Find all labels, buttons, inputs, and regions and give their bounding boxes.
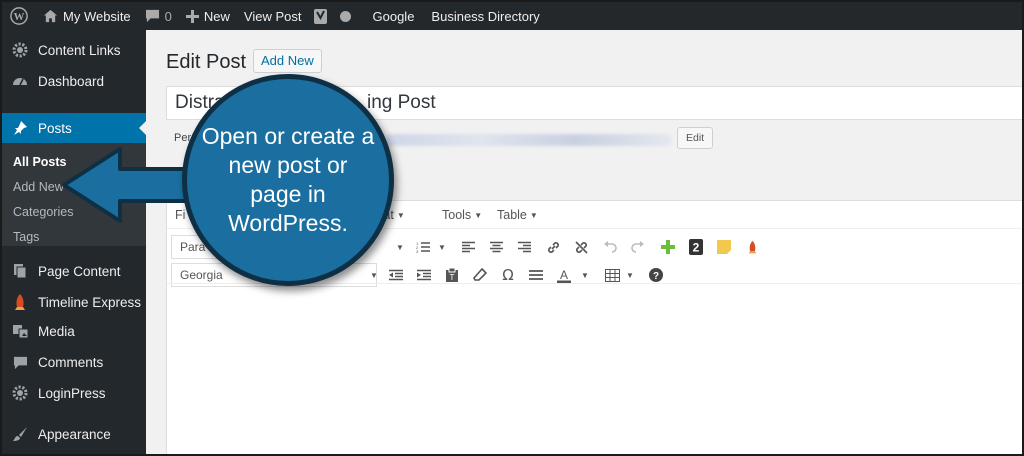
yoast-seo-button[interactable] bbox=[309, 2, 332, 30]
chevron-down-icon: ▼ bbox=[474, 211, 483, 220]
sidebar-item-appearance[interactable]: Appearance bbox=[2, 426, 146, 442]
admin-bar: W My Website 0 New View Post Google Busi… bbox=[2, 2, 1022, 30]
sidebar-item-label: Comments bbox=[38, 355, 104, 370]
svg-text:?: ? bbox=[653, 271, 659, 282]
media-icon bbox=[2, 324, 38, 339]
site-name: My Website bbox=[63, 8, 131, 24]
sidebar-item-dashboard[interactable]: Dashboard bbox=[2, 73, 146, 89]
callout-bubble: Open or create a new post or page in Wor… bbox=[182, 74, 394, 286]
home-icon bbox=[43, 9, 58, 23]
svg-text:W: W bbox=[14, 11, 25, 23]
submenu-all-posts[interactable]: All Posts bbox=[13, 155, 67, 169]
align-left-icon[interactable] bbox=[457, 236, 479, 258]
editor-content-area[interactable] bbox=[167, 283, 1022, 454]
plugin-2-icon[interactable]: 2 bbox=[685, 236, 707, 258]
sticky-note-icon[interactable] bbox=[713, 236, 735, 258]
sidebar-item-posts[interactable]: Posts bbox=[2, 113, 146, 143]
sidebar-item-label: Appearance bbox=[38, 426, 111, 442]
page-title: Edit Post bbox=[166, 51, 247, 73]
rocket-icon bbox=[2, 294, 38, 311]
unlink-icon[interactable] bbox=[570, 236, 592, 258]
edit-permalink-button[interactable]: Edit bbox=[677, 127, 714, 149]
plus-icon bbox=[185, 9, 199, 23]
insert-link-icon[interactable] bbox=[542, 236, 564, 258]
menu-tools[interactable]: Tools ▼ bbox=[442, 208, 482, 222]
svg-text:3: 3 bbox=[416, 249, 419, 253]
seo-status-indicator[interactable] bbox=[332, 2, 359, 30]
menu-table[interactable]: Table ▼ bbox=[497, 208, 538, 222]
brush-icon bbox=[2, 426, 38, 442]
sidebar-item-comments[interactable]: Comments bbox=[2, 355, 146, 370]
chevron-down-icon: ▼ bbox=[396, 211, 405, 220]
svg-text:2: 2 bbox=[693, 241, 700, 255]
sidebar-item-label: Posts bbox=[38, 120, 72, 136]
sidebar-item-label: Media bbox=[38, 324, 75, 339]
business-directory-label: Business Directory bbox=[431, 8, 540, 24]
gear-icon bbox=[2, 42, 38, 58]
post-title-end: ing Post bbox=[367, 92, 436, 113]
submenu-tags[interactable]: Tags bbox=[13, 230, 39, 244]
sidebar-item-label: LoginPress bbox=[38, 385, 106, 401]
sidebar-item-label: Timeline Express bbox=[38, 295, 142, 310]
admin-sidebar: Content Links Dashboard Posts All Posts … bbox=[2, 30, 146, 454]
sidebar-item-timeline-express[interactable]: Timeline Express bbox=[2, 294, 146, 311]
view-post-link[interactable]: View Post bbox=[237, 2, 309, 30]
add-shortcode-icon[interactable] bbox=[657, 236, 679, 258]
pushpin-icon bbox=[2, 120, 38, 136]
business-directory-link[interactable]: Business Directory bbox=[424, 2, 546, 30]
status-dot-icon bbox=[339, 10, 351, 22]
svg-text:A: A bbox=[560, 268, 568, 282]
sidebar-item-media[interactable]: Media bbox=[2, 324, 146, 339]
sidebar-item-label: Dashboard bbox=[38, 73, 105, 89]
comments-link[interactable]: 0 bbox=[138, 2, 179, 30]
menu-tools-label: Tools bbox=[442, 208, 472, 222]
sidebar-item-content-links[interactable]: Content Links bbox=[2, 42, 146, 58]
rocket-icon[interactable] bbox=[741, 236, 763, 258]
svg-text:T: T bbox=[450, 273, 455, 282]
submenu-add-new[interactable]: Add New bbox=[13, 180, 64, 194]
chevron-down-icon[interactable]: ▼ bbox=[389, 236, 411, 258]
dashboard-icon bbox=[2, 73, 38, 89]
permalink-url-blurred bbox=[386, 134, 671, 146]
yoast-icon bbox=[313, 8, 327, 24]
callout-text: Open or create a new post or page in Wor… bbox=[201, 123, 375, 236]
new-label: New bbox=[203, 8, 230, 24]
page-icon bbox=[2, 263, 38, 279]
view-post-label: View Post bbox=[243, 8, 302, 24]
sidebar-item-label: Content Links bbox=[38, 42, 121, 58]
comment-icon bbox=[2, 356, 38, 370]
undo-icon[interactable] bbox=[599, 236, 621, 258]
sidebar-item-label: Page Content bbox=[38, 263, 121, 279]
chevron-down-icon[interactable]: ▼ bbox=[431, 236, 453, 258]
new-content-link[interactable]: New bbox=[179, 2, 237, 30]
google-link[interactable]: Google bbox=[359, 2, 425, 30]
callout-arrow-icon bbox=[62, 147, 202, 223]
site-name-link[interactable]: My Website bbox=[36, 2, 138, 30]
gear-icon bbox=[2, 385, 38, 401]
add-new-button[interactable]: Add New bbox=[253, 49, 322, 73]
menu-table-label: Table bbox=[497, 208, 527, 222]
wordpress-icon: W bbox=[10, 7, 28, 25]
wordpress-logo-button[interactable]: W bbox=[2, 2, 36, 30]
align-center-icon[interactable] bbox=[485, 236, 507, 258]
redo-icon[interactable] bbox=[627, 236, 649, 258]
screenshot-frame: W My Website 0 New View Post Google Busi… bbox=[0, 0, 1024, 456]
google-link-label: Google bbox=[372, 8, 415, 24]
align-right-icon[interactable] bbox=[513, 236, 535, 258]
comment-bubble-icon bbox=[145, 9, 159, 23]
sidebar-item-page-content[interactable]: Page Content bbox=[2, 263, 146, 279]
sidebar-item-loginpress[interactable]: LoginPress bbox=[2, 385, 146, 401]
comments-count: 0 bbox=[164, 8, 172, 24]
chevron-down-icon: ▼ bbox=[529, 211, 538, 220]
font-family-value: Georgia bbox=[180, 268, 223, 282]
